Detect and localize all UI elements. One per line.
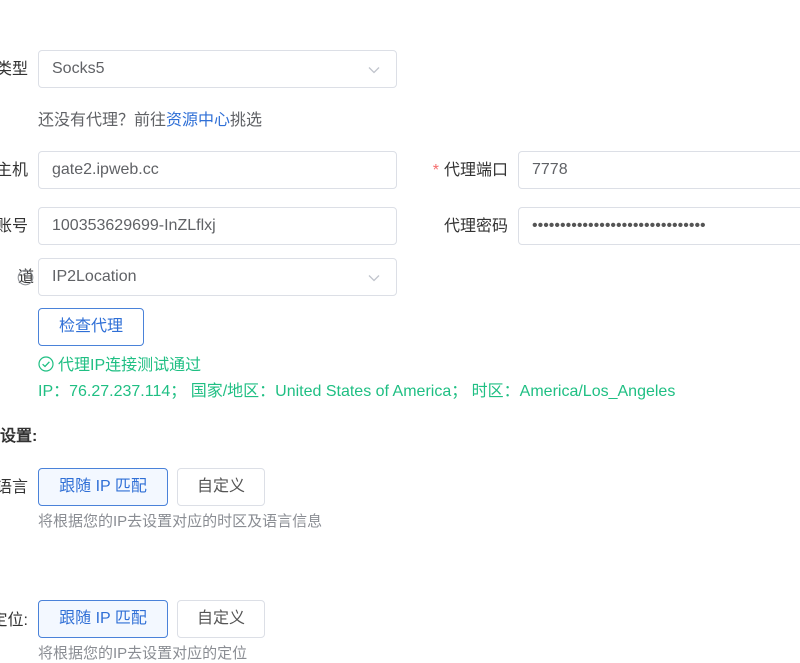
language-hint: 将根据您的IP去设置对应的时区及语言信息 [38, 513, 323, 530]
language-follow-ip-button[interactable]: 跟随 IP 匹配 [38, 468, 168, 506]
check-result-status: 代理IP连接测试通过 [38, 356, 201, 376]
account-label: 账号 [0, 218, 28, 235]
location-follow-ip-button[interactable]: 跟随 IP 匹配 [38, 600, 168, 638]
account-value: 100353629699-InZLflxj [52, 217, 216, 234]
language-label: 语言 [0, 479, 28, 496]
chevron-down-icon [368, 275, 380, 282]
required-mark: * [432, 162, 439, 179]
password-value: ••••••••••••••••••••••••••••••• [532, 217, 706, 234]
location-custom-button[interactable]: 自定义 [177, 600, 265, 638]
check-proxy-button[interactable]: 检查代理 [38, 308, 144, 346]
host-label: 主机 [0, 162, 28, 179]
channel-value: IP2Location [52, 268, 137, 285]
resource-center-link[interactable]: 资源中心 [166, 112, 230, 129]
no-proxy-hint-text: 还没有代理？前往 [38, 112, 167, 129]
proxy-type-select[interactable]: Socks5 [38, 50, 397, 88]
check-result-details: IP：76.27.237.114； 国家/地区：United States of… [38, 383, 676, 400]
port-label-text: 代理端口 [443, 162, 508, 179]
check-result-status-text: 代理IP连接测试通过 [58, 357, 202, 374]
chevron-down-icon [368, 67, 380, 74]
proxy-type-value: Socks5 [52, 60, 105, 77]
port-value: 7778 [532, 161, 568, 178]
question-circle-icon[interactable] [17, 269, 34, 286]
location-hint: 将根据您的IP去设置对应的定位 [38, 645, 248, 662]
port-label: * 代理端口 [433, 161, 508, 181]
account-input[interactable]: 100353629699-InZLflxj [38, 207, 397, 245]
proxy-type-label: 类型 [0, 61, 28, 78]
channel-select[interactable]: IP2Location [38, 258, 397, 296]
location-label: 定位: [0, 612, 28, 629]
language-custom-button[interactable]: 自定义 [177, 468, 265, 506]
host-value: gate2.ipweb.cc [52, 161, 159, 178]
password-label: 代理密码 [443, 218, 508, 235]
check-circle-icon [38, 356, 54, 372]
password-input[interactable]: ••••••••••••••••••••••••••••••• [518, 207, 800, 245]
host-input[interactable]: gate2.ipweb.cc [38, 151, 397, 189]
no-proxy-hint-suffix: 挑选 [230, 112, 263, 129]
settings-heading: 设置: [0, 428, 38, 445]
port-input[interactable]: 7778 [518, 151, 800, 189]
no-proxy-hint: 还没有代理？前往资源中心挑选 [38, 106, 262, 130]
